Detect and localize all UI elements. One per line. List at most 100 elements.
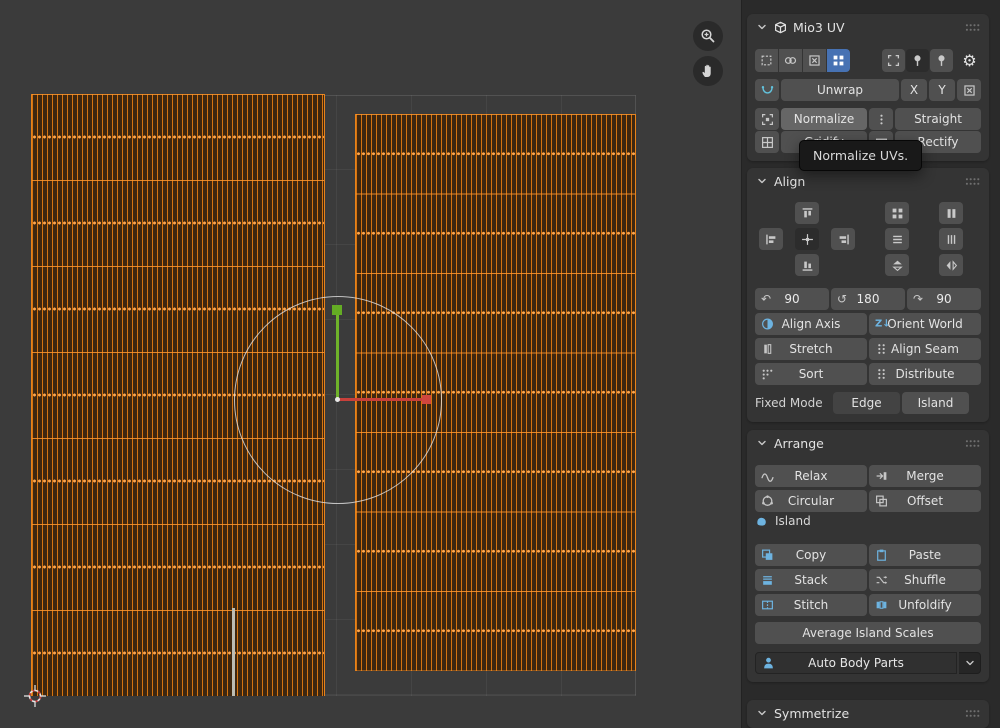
sort-row: Sort Distribute bbox=[755, 363, 981, 385]
fixed-mode-island-button[interactable]: Island bbox=[902, 392, 969, 414]
columns-icon bbox=[945, 233, 958, 246]
sync-selection-button[interactable] bbox=[779, 49, 802, 72]
gizmo-x-axis[interactable] bbox=[339, 398, 426, 401]
normalize-label: Normalize bbox=[794, 112, 854, 126]
straight-label: Straight bbox=[914, 112, 962, 126]
island-label-row: Island bbox=[755, 512, 981, 530]
distribute-grid-button[interactable] bbox=[885, 202, 909, 224]
panel-grip-icon[interactable] bbox=[965, 709, 980, 718]
average-island-scales-button[interactable]: Average Island Scales bbox=[755, 622, 981, 644]
uv-select-mode-button[interactable] bbox=[755, 49, 778, 72]
flip-vertical-icon bbox=[891, 259, 904, 272]
panel-header-arrange[interactable]: Arrange bbox=[747, 430, 989, 456]
pin-icon bbox=[935, 54, 948, 67]
blender-uv-editor: Mio3 UV ⚙ Unwrap X Y bbox=[0, 0, 1000, 728]
distribute-label: Distribute bbox=[895, 367, 954, 381]
stitch-button[interactable]: Stitch bbox=[755, 594, 867, 616]
pin-toggle-button[interactable] bbox=[906, 49, 929, 72]
relax-button[interactable]: Relax bbox=[755, 465, 867, 487]
fixed-mode-edge-button[interactable]: Edge bbox=[833, 392, 900, 414]
dashed-box-icon bbox=[760, 54, 773, 67]
rotate-180-field[interactable]: ↺180 bbox=[831, 288, 905, 310]
normalize-button[interactable]: Normalize bbox=[781, 108, 867, 130]
unwrap-x-button[interactable]: X bbox=[901, 79, 927, 101]
paste-button[interactable]: Paste bbox=[869, 544, 981, 566]
shuffle-label: Shuffle bbox=[904, 573, 946, 587]
flip-horizontal-icon bbox=[945, 259, 958, 272]
copy-label: Copy bbox=[796, 548, 826, 562]
panel-grip-icon[interactable] bbox=[965, 177, 980, 186]
panel-header-align[interactable]: Align bbox=[747, 168, 989, 194]
panel-header-symmetrize[interactable]: Symmetrize bbox=[747, 700, 989, 726]
circle-icon bbox=[761, 495, 774, 508]
island-mode-button[interactable] bbox=[827, 49, 850, 72]
stack-button[interactable]: Stack bbox=[755, 569, 867, 591]
merge-button[interactable]: Merge bbox=[869, 465, 981, 487]
flip-vertical-button[interactable] bbox=[885, 254, 909, 276]
stitch-label: Stitch bbox=[794, 598, 829, 612]
align-seam-button[interactable]: Align Seam bbox=[869, 338, 981, 360]
auto-body-parts-expand-button[interactable] bbox=[959, 652, 981, 674]
shuffle-button[interactable]: Shuffle bbox=[869, 569, 981, 591]
panel-grip-icon[interactable] bbox=[965, 23, 980, 32]
unwrap-label: Unwrap bbox=[817, 83, 863, 97]
distribute-bars-button[interactable] bbox=[939, 202, 963, 224]
unwrap-icon-button[interactable] bbox=[755, 79, 779, 101]
rotate-value: 90 bbox=[784, 292, 799, 306]
offset-button[interactable]: Offset bbox=[869, 490, 981, 512]
spread-horizontal-button[interactable] bbox=[885, 228, 909, 250]
gizmo-y-handle[interactable] bbox=[332, 305, 342, 315]
auto-body-parts-dropdown[interactable]: Auto Body Parts bbox=[755, 652, 957, 674]
circular-button[interactable]: Circular bbox=[755, 490, 867, 512]
straight-icon-button[interactable] bbox=[869, 108, 893, 130]
gridify-icon-button[interactable] bbox=[755, 131, 779, 153]
tooltip: Normalize UVs. bbox=[799, 140, 922, 171]
flip-horizontal-button[interactable] bbox=[939, 254, 963, 276]
align-bottom-button[interactable] bbox=[795, 254, 819, 276]
align-axis-button[interactable]: Align Axis bbox=[755, 313, 867, 335]
unwrap-button[interactable]: Unwrap bbox=[781, 79, 899, 101]
settings-gear-button[interactable]: ⚙ bbox=[958, 49, 981, 72]
align-left-button[interactable] bbox=[759, 228, 783, 250]
x-label: X bbox=[910, 83, 918, 97]
orient-world-button[interactable]: Z↓Orient World bbox=[869, 313, 981, 335]
frame-select-button[interactable] bbox=[882, 49, 905, 72]
copy-button[interactable]: Copy bbox=[755, 544, 867, 566]
uv-editor-viewport[interactable] bbox=[0, 0, 742, 728]
rotate-cw-90-field[interactable]: ↷90 bbox=[907, 288, 981, 310]
frame-corners-icon bbox=[887, 54, 900, 67]
sort-button[interactable]: Sort bbox=[755, 363, 867, 385]
spread-vertical-button[interactable] bbox=[939, 228, 963, 250]
unpin-button[interactable] bbox=[930, 49, 953, 72]
rotate-ccw-90-field[interactable]: ↶ 90 bbox=[755, 288, 829, 310]
stitch-row: Stitch Unfoldify bbox=[755, 594, 981, 616]
normalize-icon-button[interactable] bbox=[755, 108, 779, 130]
pan-button[interactable] bbox=[693, 56, 723, 86]
align-seam-label: Align Seam bbox=[891, 342, 959, 356]
gizmo-center[interactable] bbox=[335, 397, 340, 402]
box-x-icon bbox=[808, 54, 821, 67]
box-select-button[interactable] bbox=[803, 49, 826, 72]
chevron-down-icon bbox=[964, 657, 976, 669]
sort-dots-icon bbox=[761, 368, 774, 381]
relax-label: Relax bbox=[795, 469, 828, 483]
align-center-button[interactable] bbox=[795, 228, 819, 250]
fixed-mode-label: Fixed Mode bbox=[755, 396, 831, 410]
distribute-button[interactable]: Distribute bbox=[869, 363, 981, 385]
align-center-icon bbox=[801, 233, 814, 246]
stack-icon bbox=[761, 574, 774, 587]
panel-header-mio3uv[interactable]: Mio3 UV bbox=[747, 14, 989, 40]
zoom-button[interactable] bbox=[693, 21, 723, 51]
panel-grip-icon[interactable] bbox=[965, 439, 980, 448]
straight-button[interactable]: Straight bbox=[895, 108, 981, 130]
gizmo-y-axis[interactable] bbox=[336, 312, 339, 400]
unfoldify-button[interactable]: Unfoldify bbox=[869, 594, 981, 616]
unwrap-options-button[interactable] bbox=[957, 79, 981, 101]
align-top-button[interactable] bbox=[795, 202, 819, 224]
align-right-button[interactable] bbox=[831, 228, 855, 250]
stretch-button[interactable]: Stretch bbox=[755, 338, 867, 360]
sort-label: Sort bbox=[799, 367, 824, 381]
gizmo-x-handle[interactable] bbox=[422, 395, 431, 404]
rotate-ccw-90-icon: ↶ bbox=[761, 292, 771, 306]
unwrap-y-button[interactable]: Y bbox=[929, 79, 955, 101]
